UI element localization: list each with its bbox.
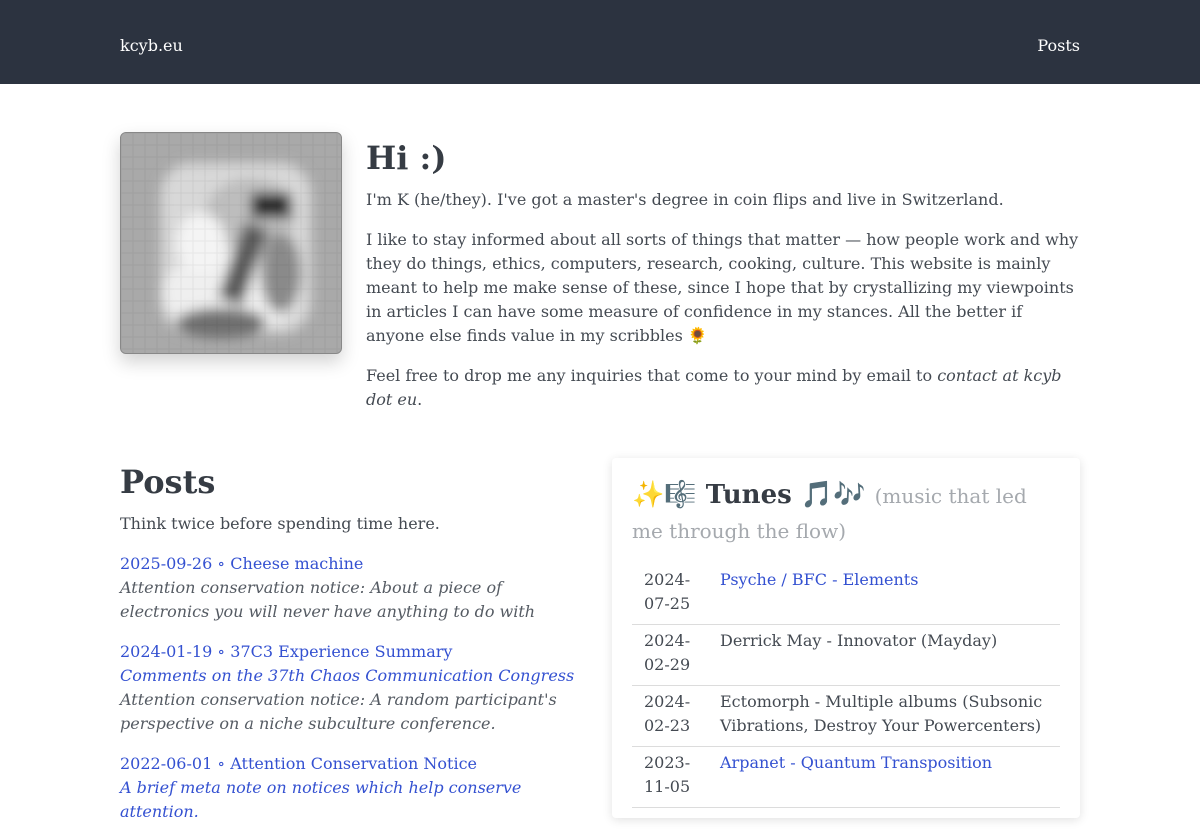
post-link[interactable]: 2022-06-01 ∘ Attention Conservation Noti…	[120, 754, 477, 773]
site-brand-link[interactable]: kcyb.eu	[120, 34, 183, 58]
intro-heading: Hi :)	[366, 139, 447, 177]
post-subtitle: Comments on the 37th Chaos Communication…	[120, 666, 575, 685]
post-link[interactable]: 2024-01-19 ∘ 37C3 Experience Summary	[120, 642, 452, 661]
posts-heading: Posts	[120, 463, 216, 501]
tunes-table: 2024-07-25 Psyche / BFC - Elements 2024-…	[632, 564, 1060, 808]
table-row: 2024-07-25 Psyche / BFC - Elements	[632, 564, 1060, 625]
post-notice: Attention conservation notice: About a p…	[120, 578, 536, 621]
post-item: 2022-06-01 ∘ Attention Conservation Noti…	[120, 752, 590, 824]
table-row: 2023-11-05 Arpanet - Quantum Transpositi…	[632, 746, 1060, 808]
post-item: 2025-09-26 ∘ Cheese machine Attention co…	[120, 552, 590, 624]
tune-date: 2023-11-05	[632, 746, 708, 808]
post-link[interactable]: 2025-09-26 ∘ Cheese machine	[120, 554, 363, 573]
tune-date: 2024-02-23	[632, 685, 708, 747]
tune-link[interactable]: Psyche / BFC - Elements	[720, 570, 918, 589]
top-navbar: kcyb.eu Posts	[0, 0, 1200, 84]
tunes-card: ✨🎼 Tunes 🎵🎶 (music that led me through t…	[612, 458, 1080, 818]
tune-date: 2024-02-29	[632, 624, 708, 686]
tune-title: Ectomorph - Multiple albums (Subsonic Vi…	[708, 685, 1060, 747]
nav-posts-link[interactable]: Posts	[1037, 34, 1080, 58]
posts-lead: Think twice before spending time here.	[120, 514, 440, 533]
post-notice: Attention conservation notice: A random …	[120, 690, 557, 733]
contact-text: Feel free to drop me any inquiries that …	[366, 366, 938, 385]
intro-paragraph-1: I'm K (he/they). I've got a master's deg…	[366, 190, 1004, 209]
avatar-image	[121, 133, 341, 353]
tunes-title: ✨🎼 Tunes 🎵🎶	[632, 480, 866, 510]
intro-section: Hi :) I'm K (he/they). I've got a master…	[366, 136, 1080, 428]
profile-avatar	[120, 132, 342, 354]
tune-date: 2024-07-25	[632, 564, 708, 625]
table-row: 2024-02-23 Ectomorph - Multiple albums (…	[632, 685, 1060, 747]
tunes-heading: ✨🎼 Tunes 🎵🎶 (music that led me through t…	[632, 478, 1060, 548]
tune-link[interactable]: Arpanet - Quantum Transposition	[720, 753, 992, 772]
posts-section: Posts Think twice before spending time h…	[120, 460, 590, 840]
post-item: 2024-01-19 ∘ 37C3 Experience Summary Com…	[120, 640, 590, 736]
table-row: 2024-02-29 Derrick May - Innovator (Mayd…	[632, 624, 1060, 686]
intro-paragraph-3: Feel free to drop me any inquiries that …	[366, 364, 1080, 412]
post-subtitle: A brief meta note on notices which help …	[120, 778, 522, 821]
intro-paragraph-2: I like to stay informed about all sorts …	[366, 230, 1079, 345]
contact-suffix: .	[417, 390, 423, 409]
tune-title: Derrick May - Innovator (Mayday)	[708, 624, 1060, 686]
